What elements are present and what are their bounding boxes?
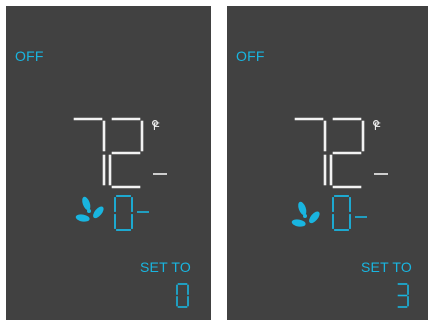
fan-speed-digit <box>114 195 133 231</box>
set-to-label: SET TO <box>361 259 412 275</box>
set-value-digit <box>176 283 189 308</box>
screenshot-stage: OFF F 72 0 0 fan-icon SET TO OFF F 72 0 <box>0 0 428 321</box>
fan-icon <box>291 201 320 227</box>
thermostat-panel-right: OFF F 72 0 3 fan-icon SET TO <box>227 6 428 320</box>
set-to-label: SET TO <box>140 259 191 275</box>
fan-speed-digit <box>332 195 351 231</box>
temperature-digit-ones <box>329 117 365 189</box>
temperature-digit-tens <box>294 117 327 186</box>
thermostat-panel-left: OFF F 72 0 0 fan-icon SET TO <box>6 6 211 320</box>
temperature-digit-ones <box>108 117 144 189</box>
temperature-unit: F <box>153 121 160 133</box>
mode-label: OFF <box>236 48 265 64</box>
fan-icon <box>75 196 104 222</box>
temperature-digit-tens <box>73 117 106 186</box>
temperature-unit: F <box>374 121 381 133</box>
set-value-digit <box>397 283 409 308</box>
mode-label: OFF <box>15 48 44 64</box>
